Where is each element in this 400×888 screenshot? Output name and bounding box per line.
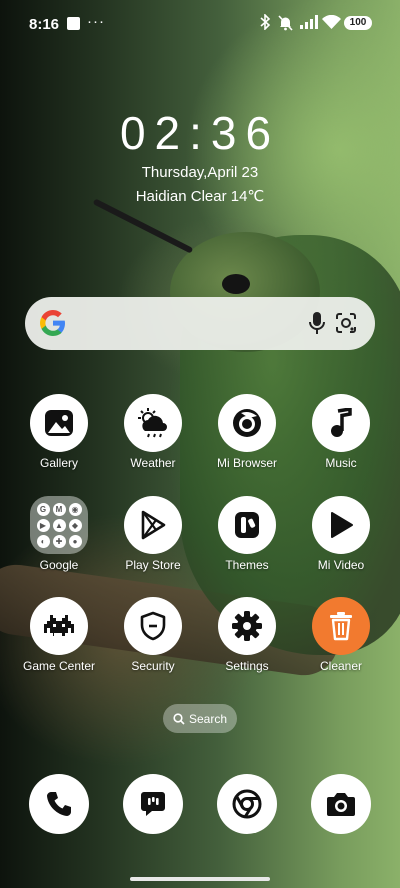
folder-mini-app-icon: ◐ [36, 534, 50, 548]
app-mi-video[interactable]: Mi Video [298, 496, 384, 586]
wallpaper-bird-beak [92, 198, 194, 254]
app-search-button[interactable]: Search [163, 704, 237, 733]
app-play-store[interactable]: Play Store [110, 496, 196, 586]
cleaner-icon[interactable] [312, 597, 370, 655]
app-label: Gallery [39, 456, 78, 470]
play-store-icon[interactable] [124, 496, 182, 554]
mute-icon [277, 14, 294, 36]
clock-time[interactable]: 02:36 [0, 106, 400, 160]
app-label: Game Center [22, 659, 96, 673]
weather-summary[interactable]: Haidian Clear 14℃ [0, 187, 400, 205]
music-icon[interactable] [312, 394, 370, 452]
app-game-center[interactable]: Game Center [16, 597, 102, 687]
app-settings[interactable]: Settings [204, 597, 290, 687]
microphone-icon[interactable] [307, 311, 327, 337]
folder-mini-app-icon: G [36, 502, 50, 516]
battery-indicator: 100 [344, 16, 372, 30]
phone-icon [47, 792, 71, 816]
notification-icon [67, 17, 80, 30]
folder-mini-app-icon: ◆ [68, 518, 82, 532]
signal-icon [300, 15, 318, 34]
app-google-folder[interactable]: G M ◉ ▶ ▲ ◆ ◐ ✚ ● Google [16, 496, 102, 586]
more-notifications-icon: ··· [87, 13, 105, 30]
app-music[interactable]: Music [298, 394, 384, 484]
app-themes[interactable]: Themes [204, 496, 290, 586]
app-gallery[interactable]: Gallery [16, 394, 102, 484]
home-indicator[interactable] [130, 877, 270, 881]
folder-mini-app-icon: M [52, 502, 66, 516]
google-folder-icon[interactable]: G M ◉ ▶ ▲ ◆ ◐ ✚ ● [30, 496, 88, 554]
security-icon[interactable] [124, 597, 182, 655]
folder-mini-app-icon: ▲ [52, 518, 66, 532]
game-center-icon[interactable] [30, 597, 88, 655]
bluetooth-icon [259, 13, 271, 34]
mi-browser-icon[interactable] [218, 394, 276, 452]
app-cleaner[interactable]: Cleaner [298, 597, 384, 687]
google-g-icon [40, 310, 65, 336]
app-label: Music [325, 456, 357, 470]
wifi-icon [322, 14, 341, 34]
settings-icon[interactable] [218, 597, 276, 655]
app-security[interactable]: Security [110, 597, 196, 687]
app-label: Google [39, 558, 79, 572]
gallery-icon[interactable] [30, 394, 88, 452]
dock-phone[interactable] [29, 774, 89, 834]
chrome-icon [232, 789, 262, 819]
app-weather[interactable]: Weather [110, 394, 196, 484]
dock-messages[interactable] [123, 774, 183, 834]
google-search-bar[interactable] [25, 297, 375, 350]
weather-icon[interactable] [124, 394, 182, 452]
search-icon [173, 712, 185, 725]
app-mi-browser[interactable]: Mi Browser [204, 394, 290, 484]
app-label: Themes [225, 558, 269, 572]
mi-video-icon[interactable] [312, 496, 370, 554]
messages-icon [141, 792, 165, 816]
folder-mini-app-icon: ◉ [68, 502, 82, 516]
folder-mini-app-icon: ✚ [52, 534, 66, 548]
app-label: Mi Video [317, 558, 365, 572]
dock-chrome[interactable] [217, 774, 277, 834]
folder-mini-app-icon: ● [68, 534, 82, 548]
camera-icon [327, 793, 355, 816]
app-label: Security [131, 659, 175, 673]
app-search-label: Search [188, 711, 228, 726]
google-lens-icon[interactable] [334, 311, 358, 335]
app-label: Play Store [125, 558, 181, 572]
app-label: Weather [130, 456, 176, 470]
wallpaper-bird-eye [222, 274, 250, 294]
app-label: Cleaner [319, 659, 363, 673]
folder-mini-app-icon: ▶ [36, 518, 50, 532]
status-bar: 8:16 ··· 100 [0, 0, 400, 46]
app-label: Settings [225, 659, 269, 673]
app-label: Mi Browser [216, 456, 277, 470]
clock-date[interactable]: Thursday,April 23 [0, 164, 400, 181]
status-time: 8:16 [29, 16, 60, 33]
dock-camera[interactable] [311, 774, 371, 834]
themes-icon[interactable] [218, 496, 276, 554]
